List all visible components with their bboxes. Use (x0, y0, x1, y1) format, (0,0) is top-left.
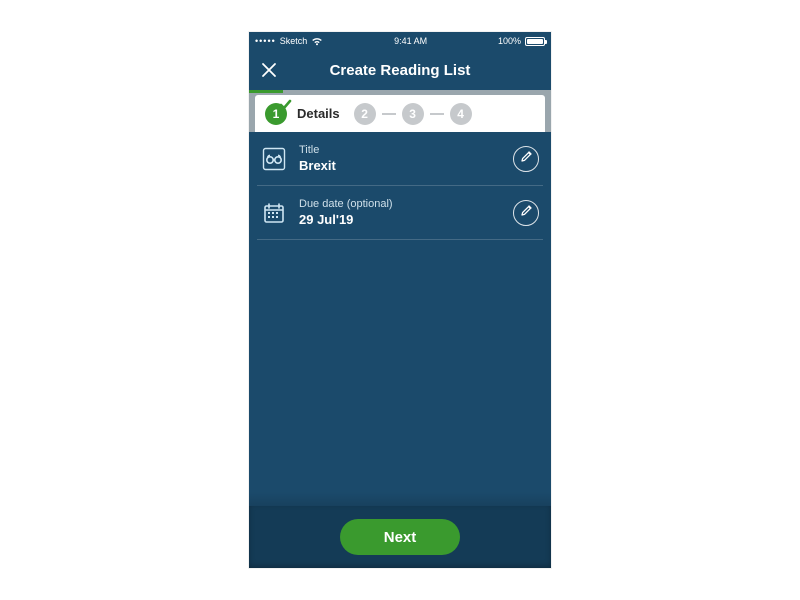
battery-icon (525, 37, 545, 46)
due-label: Due date (optional) (299, 198, 501, 210)
step-pill-2-num: 2 (361, 107, 368, 121)
due-date-row: Due date (optional) 29 Jul'19 (257, 186, 543, 240)
status-time: 9:41 AM (394, 36, 427, 46)
status-bar: ••••• Sketch 9:41 AM 100% (249, 32, 551, 50)
glasses-icon (261, 146, 287, 172)
pencil-icon (520, 204, 533, 222)
title-value: Brexit (299, 158, 501, 173)
close-button[interactable] (259, 60, 279, 80)
calendar-icon (261, 200, 287, 226)
wifi-icon (311, 37, 323, 46)
step-pill-2[interactable]: 2 (354, 103, 376, 125)
title-label: Title (299, 144, 501, 156)
step-pill-3[interactable]: 3 (402, 103, 424, 125)
step-active-label: Details (297, 106, 340, 121)
checkmark-icon (279, 98, 292, 111)
carrier-label: Sketch (280, 36, 308, 46)
footer-bar: Next (249, 506, 551, 568)
step-pill-1[interactable]: 1 (265, 103, 287, 125)
next-button[interactable]: Next (340, 519, 461, 555)
signal-dots: ••••• (255, 36, 276, 46)
title-row: Title Brexit (257, 132, 543, 186)
edit-title-button[interactable] (513, 146, 539, 172)
step-bar: 1 Details 2 3 4 (249, 90, 551, 132)
due-value: 29 Jul'19 (299, 212, 501, 227)
step-pill-3-num: 3 (409, 107, 416, 121)
step-pill-4-num: 4 (457, 107, 464, 121)
step-connector (382, 113, 396, 115)
step-pill-4[interactable]: 4 (450, 103, 472, 125)
battery-pct: 100% (498, 36, 521, 46)
step-connector (430, 113, 444, 115)
form-content: Title Brexit (249, 132, 551, 240)
nav-bar: Create Reading List (249, 50, 551, 90)
page-title: Create Reading List (330, 62, 471, 79)
phone-frame: ••••• Sketch 9:41 AM 100% Create Reading… (249, 32, 551, 568)
edit-due-button[interactable] (513, 200, 539, 226)
pencil-icon (520, 150, 533, 168)
